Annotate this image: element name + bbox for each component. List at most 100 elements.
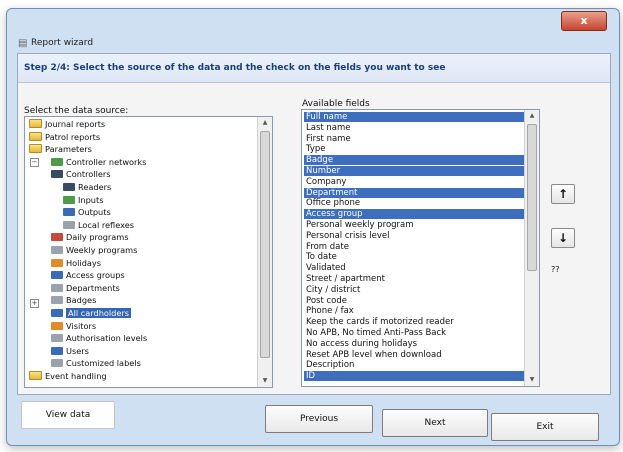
tree-item[interactable]: Readers (63, 182, 111, 192)
field-item[interactable]: Full name (304, 112, 524, 122)
close-button[interactable]: x (561, 11, 607, 31)
tree-scroll-down-icon[interactable]: ▼ (258, 375, 272, 387)
expand-controllers-icon[interactable]: − (30, 158, 39, 167)
field-item[interactable]: First name (304, 134, 524, 144)
input-icon (63, 195, 75, 204)
tree-item[interactable]: Visitors (51, 321, 96, 331)
window-title: Report wizard (31, 38, 94, 48)
field-item[interactable]: No access during holidays (304, 339, 524, 349)
field-item[interactable]: Last name (304, 123, 524, 133)
field-item[interactable]: Office phone (304, 198, 524, 208)
tree-item[interactable]: Departments (51, 283, 120, 293)
move-down-button[interactable]: ↓ (551, 228, 575, 248)
move-up-button[interactable]: ↑ (551, 184, 575, 204)
field-item[interactable]: Validated (304, 263, 524, 273)
tree-item[interactable]: Weekly programs (51, 245, 137, 255)
tree-item-label: Weekly programs (66, 245, 138, 255)
field-item[interactable]: Reset APB level when download (304, 350, 524, 360)
view-data-button[interactable]: View data (21, 401, 115, 429)
tree-item[interactable]: Event handling (29, 371, 107, 381)
tree-item-label: Patrol reports (45, 131, 101, 142)
output-icon (63, 208, 75, 217)
folder-icon (29, 371, 42, 380)
field-item[interactable]: Keep the cards if motorized reader (304, 317, 524, 327)
tree-item[interactable]: Inputs (63, 195, 103, 205)
available-fields-list[interactable]: ▲ ▼ Full name Last name First name Type Badg… (301, 109, 540, 387)
tree-item[interactable]: Journal reports (29, 119, 105, 129)
tree-item[interactable]: Local reflexes (63, 220, 134, 230)
tree-scrollbar[interactable]: ▲ ▼ (257, 117, 272, 387)
report-wizard-window: x Step 2/4: Select the source of the dat… (6, 8, 620, 446)
tree-item[interactable]: Access groups (51, 270, 125, 280)
field-item[interactable]: To date (304, 252, 524, 262)
badge-icon (51, 296, 63, 305)
department-icon (51, 283, 63, 292)
app-icon: ▤ (18, 38, 28, 49)
next-button[interactable]: Next (382, 409, 488, 437)
tree-item-label: Readers (78, 182, 112, 192)
field-item[interactable]: Company (304, 177, 524, 187)
visitor-icon (51, 321, 63, 330)
field-item[interactable]: Street / apartment (304, 274, 524, 284)
weekly-icon (51, 246, 63, 254)
available-fields-label: Available fields (302, 99, 370, 109)
exit-button[interactable]: Exit (491, 413, 599, 441)
tree-item[interactable]: Customized labels (51, 358, 141, 368)
field-item[interactable]: Access group (304, 209, 524, 220)
field-item[interactable]: Number (304, 166, 524, 176)
field-item[interactable]: Department (304, 187, 524, 198)
tree-scroll-up-icon[interactable]: ▲ (258, 117, 272, 129)
fields-scroll-up-icon[interactable]: ▲ (525, 110, 539, 122)
field-item[interactable]: Personal weekly program (304, 220, 524, 230)
field-item[interactable]: Description (304, 360, 524, 370)
reader-icon (63, 183, 75, 191)
title-bar (7, 9, 619, 45)
tree-item-label: Badges (66, 295, 97, 306)
tree-item[interactable]: Patrol reports (29, 131, 101, 142)
tree-item-label: Users (66, 345, 89, 356)
tree-scroll-thumb[interactable] (260, 131, 270, 358)
field-item[interactable]: Post code (304, 296, 524, 306)
folder-icon (29, 131, 42, 141)
field-item[interactable]: ID (304, 371, 524, 382)
cardholders-icon (51, 309, 63, 317)
tree-item-label: Authorisation levels (66, 333, 148, 344)
tree-item[interactable]: Daily programs (51, 232, 129, 242)
expand-cardholders-icon[interactable]: + (30, 299, 39, 308)
label-icon (51, 359, 63, 368)
user-icon (51, 346, 63, 355)
tree-item[interactable]: Authorisation levels (51, 333, 147, 343)
tree-item[interactable]: Parameters (29, 144, 92, 154)
tree-item-label: Daily programs (66, 232, 129, 243)
tree-item[interactable]: Controller networks (51, 157, 146, 167)
tree-item-label: Inputs (78, 194, 104, 205)
field-item[interactable]: No APB, No timed Anti-Pass Back (304, 328, 524, 338)
tree-item-label: Parameters (45, 144, 92, 155)
data-source-label: Select the data source: (24, 106, 129, 116)
field-item[interactable]: Badge (304, 155, 524, 166)
tree-item[interactable]: Controllers (51, 169, 111, 179)
wizard-panel: Step 2/4: Select the source of the data … (17, 53, 611, 395)
previous-button[interactable]: Previous (265, 405, 373, 433)
tree-item[interactable]: Holidays (51, 258, 101, 268)
field-item[interactable]: Personal crisis level (304, 231, 524, 241)
tree-item[interactable]: Users (51, 346, 89, 356)
tree-item[interactable]: Outputs (63, 207, 111, 217)
tree-item-label: All cardholders (66, 308, 132, 318)
fields-scroll-thumb[interactable] (527, 124, 537, 271)
tree-item[interactable]: Badges (51, 295, 96, 305)
tree-item-label: Event handling (45, 371, 107, 381)
data-source-tree[interactable]: − + ▲ ▼ Journal reports Patrol reports Par… (24, 116, 273, 388)
calendar-icon (51, 233, 63, 242)
field-item[interactable]: Type (304, 144, 524, 154)
tree-item-label: Controllers (66, 169, 111, 180)
field-item[interactable]: From date (304, 242, 524, 252)
fields-scrollbar[interactable]: ▲ ▼ (524, 110, 539, 386)
field-item[interactable]: City / district (304, 285, 524, 295)
tree-item-label: Local reflexes (78, 219, 134, 230)
tree-item[interactable]: All cardholders (51, 308, 132, 318)
field-item[interactable]: Phone / fax (304, 306, 524, 316)
fields-scroll-down-icon[interactable]: ▼ (525, 374, 539, 386)
tree-item-label: Departments (66, 282, 120, 293)
tree-item-label: Customized labels (66, 358, 141, 369)
